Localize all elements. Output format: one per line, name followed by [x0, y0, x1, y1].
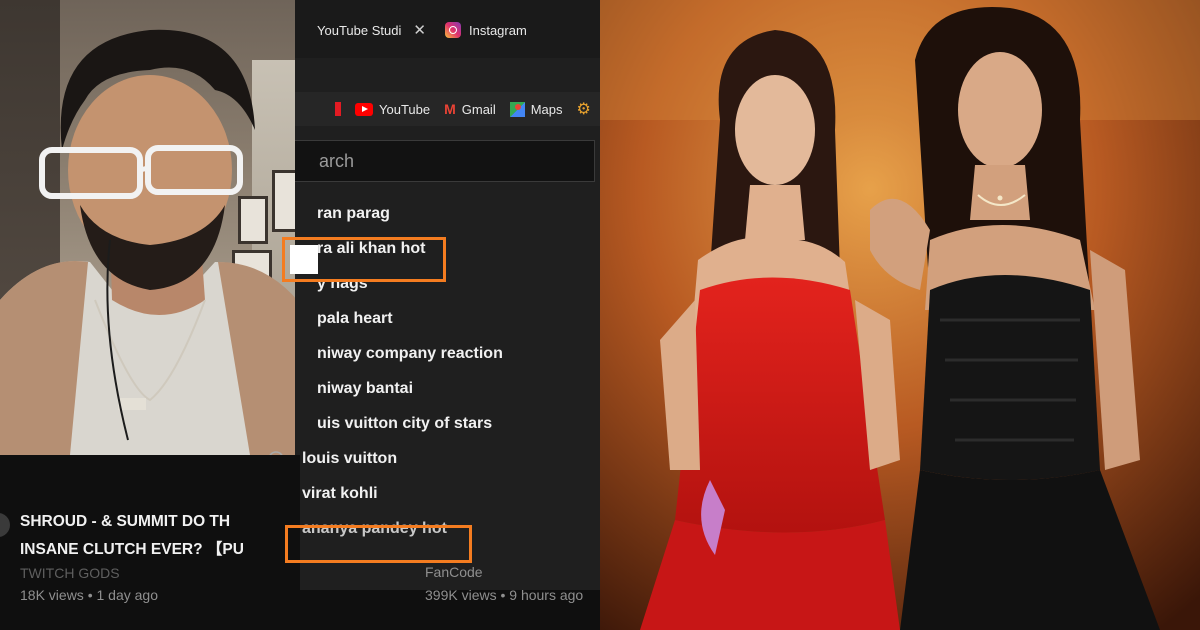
- streamer-figure: [0, 29, 322, 455]
- highlight-fill: [290, 245, 318, 274]
- bookmark-maps[interactable]: Maps: [509, 101, 563, 117]
- suggestion-item[interactable]: uis vuitton city of stars: [295, 406, 600, 441]
- suggestion-text: ran parag: [317, 204, 390, 222]
- history-suggestion-item[interactable]: virat kohli: [268, 476, 600, 511]
- video-meta: 18K views • 1 day ago: [20, 587, 158, 603]
- close-icon[interactable]: ✕: [413, 21, 426, 39]
- video-info-left: SHROUD - & SUMMIT DO TH INSANE CLUTCH EV…: [0, 455, 300, 630]
- search-placeholder: arch: [319, 151, 355, 171]
- suggestion-item[interactable]: pala heart: [295, 301, 600, 336]
- search-input[interactable]: arch: [295, 140, 595, 182]
- browser-window: YouTube Studi ✕ Instagram YouTube M Gmai…: [268, 0, 600, 590]
- screen-capture-panel: YouTube Studi ✕ Instagram YouTube M Gmai…: [0, 0, 600, 630]
- maps-icon: [509, 101, 525, 117]
- suggestion-text: louis vuitton: [302, 449, 398, 467]
- photo-illustration: [600, 0, 1200, 630]
- tab-instagram[interactable]: Instagram: [445, 16, 527, 44]
- tab-youtube-studio[interactable]: YouTube Studi ✕: [317, 16, 426, 44]
- suggestion-item[interactable]: niway company reaction: [295, 336, 600, 371]
- suggestion-text: pala heart: [317, 309, 393, 327]
- webcam-feed: [0, 0, 322, 455]
- bookmark-label: YouTube: [379, 101, 431, 117]
- bookmark-label: Gmail: [461, 101, 496, 117]
- suggestion-text: virat kohli: [302, 484, 378, 502]
- video-meta-right: 399K views • 9 hours ago: [425, 587, 584, 603]
- suggestion-text: niway company reaction: [317, 344, 503, 362]
- highlight-box: [285, 525, 472, 563]
- video-title[interactable]: INSANE CLUTCH EVER? 【PU: [20, 537, 244, 559]
- settings-gear-icon[interactable]: ⚙: [577, 99, 591, 119]
- history-suggestion-item[interactable]: louis vuitton: [268, 441, 600, 476]
- bookmarks-bar: YouTube M Gmail Maps ⚙: [295, 92, 600, 126]
- suggestion-item[interactable]: ran parag: [295, 196, 600, 231]
- bookmark-gmail[interactable]: M Gmail: [444, 101, 496, 117]
- video-channel[interactable]: TWITCH GODS: [20, 565, 120, 581]
- video-channel-right[interactable]: FanCode: [425, 564, 483, 580]
- tab-label: Instagram: [469, 22, 527, 38]
- tab-label: YouTube Studi: [317, 22, 402, 38]
- celebrity-photo: [600, 0, 1200, 630]
- instagram-icon: [445, 22, 461, 38]
- bookmark-label: Maps: [530, 101, 563, 117]
- channel-avatar[interactable]: [0, 513, 10, 537]
- suggestion-item[interactable]: niway bantai: [295, 371, 600, 406]
- bookmark-youtube[interactable]: YouTube: [355, 102, 430, 117]
- bookmark-red-icon[interactable]: [335, 102, 341, 116]
- suggestion-text: uis vuitton city of stars: [317, 414, 493, 432]
- gmail-icon: M: [444, 101, 456, 117]
- highlight-box: [282, 237, 446, 282]
- suggestion-text: niway bantai: [317, 379, 414, 397]
- video-title[interactable]: SHROUD - & SUMMIT DO TH: [20, 513, 230, 531]
- tab-strip: YouTube Studi ✕ Instagram: [295, 0, 600, 58]
- youtube-icon: [355, 102, 373, 116]
